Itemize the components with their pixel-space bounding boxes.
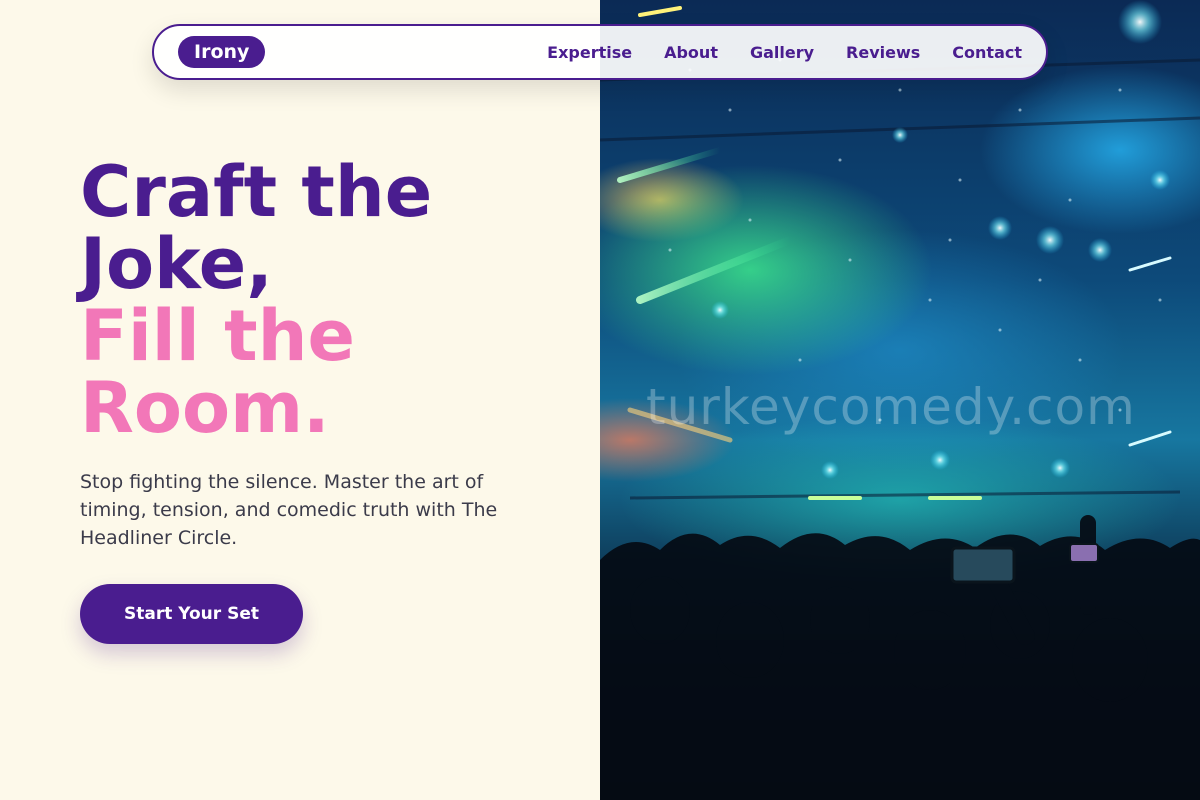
top-navbar: Irony Expertise About Gallery Reviews Co… (152, 24, 1048, 80)
headline-line-3: Fill the (80, 295, 355, 377)
concert-crowd-image: turkeycomedy.com (600, 0, 1200, 800)
nav-link-expertise[interactable]: Expertise (547, 43, 632, 62)
crowd-silhouettes (600, 515, 1200, 800)
confetti (668, 58, 1162, 422)
nav-link-gallery[interactable]: Gallery (750, 43, 814, 62)
hero-subtext: Stop fighting the silence. Master the ar… (80, 471, 498, 549)
brand-logo[interactable]: Irony (178, 36, 266, 68)
nav-link-reviews[interactable]: Reviews (846, 43, 920, 62)
headline-line-4: Room. (80, 367, 330, 449)
headline-line-2: Joke, (80, 223, 273, 305)
headline-line-1: Craft the (80, 151, 433, 233)
start-your-set-button[interactable]: Start Your Set (80, 584, 303, 644)
nav-link-contact[interactable]: Contact (952, 43, 1022, 62)
nav-links: Expertise About Gallery Reviews Contact (515, 43, 1022, 62)
hero-headline: Craft the Joke, Fill the Room. (80, 156, 580, 444)
image-watermark: turkeycomedy.com (646, 378, 1136, 436)
nav-link-about[interactable]: About (664, 43, 718, 62)
